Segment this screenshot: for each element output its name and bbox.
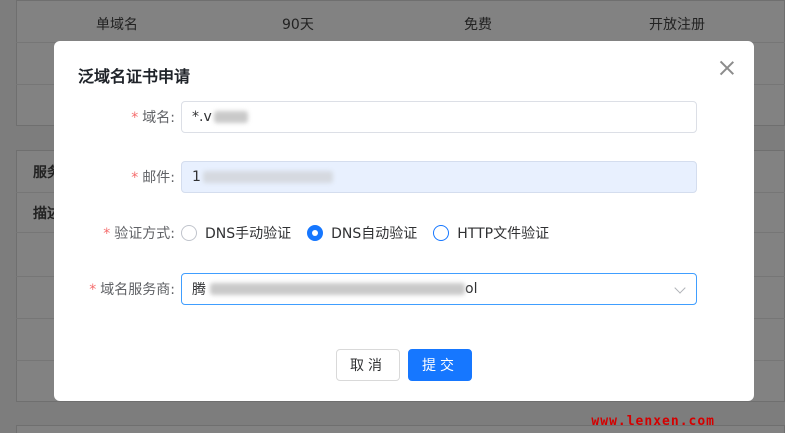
redacted-text: [202, 171, 333, 183]
chevron-down-icon: [674, 282, 686, 294]
required-mark: *: [89, 282, 97, 298]
provider-row: * 域名服务商: 腾 ol: [54, 273, 754, 305]
required-mark: *: [103, 226, 111, 242]
provider-label: * 域名服务商:: [89, 282, 175, 298]
close-icon[interactable]: [718, 59, 736, 77]
submit-button[interactable]: 提交: [408, 349, 472, 381]
radio-dns-auto[interactable]: DNS自动验证: [307, 223, 417, 243]
required-mark: *: [131, 170, 139, 186]
verify-method-row: * 验证方式: DNS手动验证 DNS自动验证 HTTP文件验证: [54, 217, 754, 249]
radio-http-file[interactable]: HTTP文件验证: [433, 223, 549, 243]
domain-input[interactable]: *.v: [181, 101, 697, 133]
table-header-cell: 免费: [464, 17, 492, 33]
radio-dns-manual[interactable]: DNS手动验证: [181, 223, 291, 243]
redacted-text: [213, 111, 248, 123]
provider-value-suffix: ol: [465, 281, 478, 297]
table-header-cell: 单域名: [96, 17, 138, 33]
watermark: www.lenxen.com: [591, 414, 715, 429]
required-mark: *: [131, 110, 139, 126]
verify-method-radio-group: DNS手动验证 DNS自动验证 HTTP文件验证: [181, 223, 565, 243]
verify-method-label: * 验证方式:: [103, 226, 175, 242]
provider-value: 腾: [192, 282, 206, 298]
certificate-dialog: 泛域名证书申请 * 域名: *.v * 邮件: 1 * 验证方式: DNS手动验证: [54, 41, 754, 401]
domain-row: * 域名: *.v: [54, 101, 754, 133]
radio-circle-icon: [181, 225, 197, 241]
email-row: * 邮件: 1: [54, 161, 754, 193]
table-header-cell: 90天: [282, 17, 314, 33]
redacted-text: [210, 283, 465, 295]
table-header-cell: 开放注册: [649, 17, 705, 33]
dialog-title: 泛域名证书申请: [78, 67, 191, 86]
radio-circle-icon: [433, 225, 450, 241]
provider-select[interactable]: 腾 ol: [181, 273, 697, 305]
cancel-button[interactable]: 取消: [336, 349, 400, 381]
email-value: 1: [192, 169, 201, 185]
domain-label: * 域名:: [131, 110, 175, 126]
email-label: * 邮件:: [131, 170, 175, 186]
email-field[interactable]: 1: [181, 161, 697, 193]
domain-value: *.v: [192, 109, 212, 125]
radio-checked-icon: [307, 225, 324, 241]
